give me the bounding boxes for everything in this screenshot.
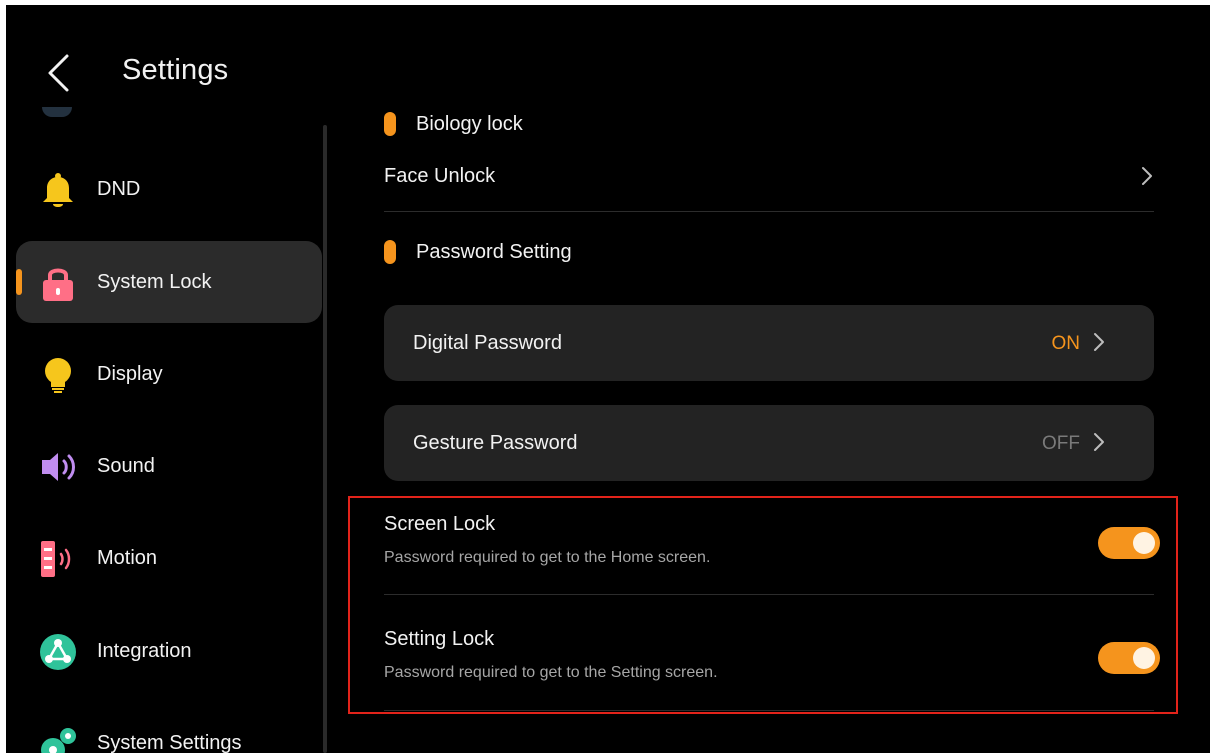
sidebar-item-system-settings[interactable]: System Settings bbox=[16, 702, 322, 753]
gesture-password-status: OFF bbox=[1042, 433, 1080, 454]
system-settings-icon bbox=[38, 724, 78, 753]
chevron-right-icon bbox=[1094, 333, 1104, 351]
setting-lock-toggle[interactable] bbox=[1098, 642, 1160, 674]
screen-lock-toggle[interactable] bbox=[1098, 527, 1160, 559]
toggle-knob bbox=[1133, 647, 1155, 669]
digital-password-label: Digital Password bbox=[413, 332, 562, 354]
face-unlock-row[interactable]: Face Unlock bbox=[384, 155, 1154, 211]
partial-sidebar-icon bbox=[42, 107, 72, 117]
toggle-knob bbox=[1133, 532, 1155, 554]
page-title: Settings bbox=[122, 54, 229, 86]
setting-lock-row: Setting Lock Password required to get to… bbox=[384, 628, 1160, 718]
section-title-password-setting: Password Setting bbox=[416, 241, 572, 263]
section-marker bbox=[384, 112, 396, 136]
screen-lock-description: Password required to get to the Home scr… bbox=[384, 549, 711, 566]
chevron-left-icon bbox=[48, 54, 69, 92]
sidebar-scrollbar[interactable] bbox=[323, 125, 327, 753]
active-indicator bbox=[16, 269, 22, 295]
section-title-biology-lock: Biology lock bbox=[416, 113, 523, 135]
sidebar-item-sound[interactable]: Sound bbox=[16, 425, 322, 507]
settings-screen: Settings DND System Lock Display Sound M… bbox=[6, 5, 1210, 753]
chevron-right-icon bbox=[1142, 167, 1152, 185]
sidebar-item-label: Display bbox=[97, 362, 163, 385]
sidebar-item-label: Sound bbox=[97, 454, 155, 477]
digital-password-card[interactable]: Digital Password ON bbox=[384, 305, 1154, 381]
digital-password-status: ON bbox=[1051, 333, 1081, 354]
sidebar-item-system-lock[interactable]: System Lock bbox=[16, 241, 322, 323]
screen-lock-title: Screen Lock bbox=[384, 513, 496, 535]
sidebar-item-dnd[interactable]: DND bbox=[16, 148, 322, 230]
sidebar-item-label: Motion bbox=[97, 546, 158, 569]
bell-icon bbox=[38, 170, 78, 210]
sidebar-item-motion[interactable]: Motion bbox=[16, 517, 322, 599]
divider bbox=[384, 594, 1154, 595]
gesture-password-card[interactable]: Gesture Password OFF bbox=[384, 405, 1154, 481]
lock-icon bbox=[38, 263, 78, 303]
setting-lock-title: Setting Lock bbox=[384, 628, 495, 650]
lightbulb-icon bbox=[38, 355, 78, 395]
speaker-icon bbox=[38, 447, 78, 487]
chevron-right-icon bbox=[1094, 433, 1104, 451]
sidebar-item-label: System Settings bbox=[97, 731, 242, 753]
face-unlock-label: Face Unlock bbox=[384, 165, 496, 187]
motion-sensor-icon bbox=[38, 539, 78, 579]
section-marker bbox=[384, 240, 396, 264]
integration-icon bbox=[38, 632, 78, 672]
screen-lock-row: Screen Lock Password required to get to … bbox=[384, 513, 1160, 603]
sidebar-item-label: DND bbox=[97, 177, 141, 200]
back-button[interactable] bbox=[40, 49, 76, 97]
sidebar-item-label: Integration bbox=[97, 639, 192, 662]
divider bbox=[384, 710, 1154, 711]
setting-lock-description: Password required to get to the Setting … bbox=[384, 664, 718, 681]
sidebar-item-display[interactable]: Display bbox=[16, 333, 322, 415]
gesture-password-label: Gesture Password bbox=[413, 432, 578, 454]
divider bbox=[384, 211, 1154, 212]
sidebar-item-label: System Lock bbox=[97, 270, 212, 293]
sidebar-item-integration[interactable]: Integration bbox=[16, 610, 322, 692]
